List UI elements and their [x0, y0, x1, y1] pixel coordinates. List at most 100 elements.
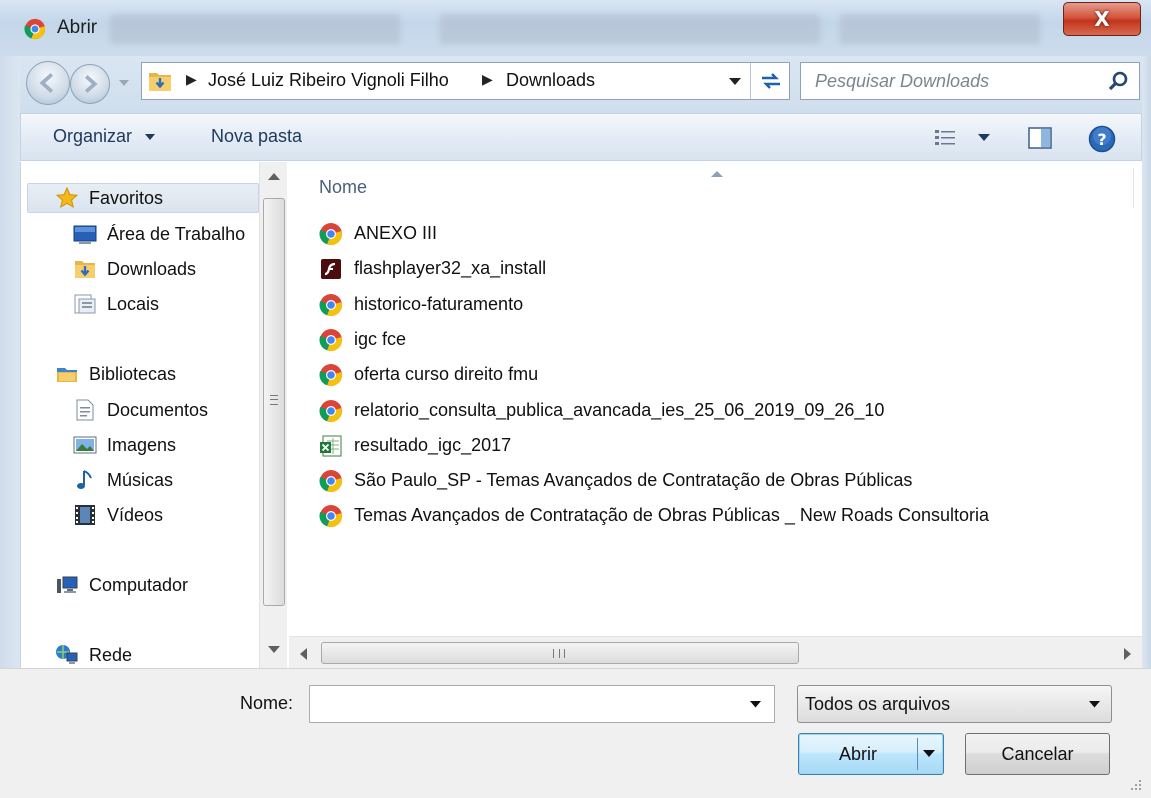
scrollbar-thumb[interactable]: [263, 198, 285, 606]
navigation-pane: Favoritos Área de Trabalho Downloads Loc…: [20, 162, 288, 668]
chevron-down-icon[interactable]: [145, 134, 155, 141]
nav-item-label: Downloads: [107, 259, 197, 279]
downloads-folder-icon: [75, 261, 95, 278]
background-blur: [110, 14, 400, 44]
window-title: Abrir: [57, 17, 98, 38]
breadcrumb-separator[interactable]: ▶: [482, 72, 493, 88]
file-row[interactable]: historico-faturamento: [319, 289, 1099, 321]
search-icon[interactable]: [1107, 71, 1129, 93]
file-row[interactable]: resultado_igc_2017: [319, 430, 1099, 462]
desktop-icon: [73, 225, 97, 244]
chrome-icon: [319, 328, 342, 351]
file-row[interactable]: igc fce: [319, 324, 1099, 356]
file-list: Nome ANEXO III flashplayer32_xa_installhi…: [289, 162, 1142, 668]
open-file-dialog: Abrir X ▶ José Luiz Ribeiro Vignoli Filh…: [0, 0, 1151, 798]
nav-item-label: Favoritos: [89, 188, 164, 208]
filetype-select[interactable]: Todos os arquivos: [797, 685, 1112, 723]
refresh-button[interactable]: [750, 63, 790, 99]
file-row[interactable]: oferta curso direito fmu: [319, 359, 1099, 391]
background-blur: [840, 14, 1040, 44]
scroll-left-arrow-icon[interactable]: [299, 648, 307, 660]
arrow-left-icon: [39, 72, 54, 94]
documents-icon: [76, 399, 94, 421]
chrome-icon: [319, 364, 342, 387]
scroll-down-arrow-icon[interactable]: [268, 646, 280, 654]
nav-item-label: Rede: [89, 645, 133, 665]
downloads-folder-icon: [149, 73, 171, 91]
music-icon: [77, 470, 92, 489]
file-name: relatorio_consulta_publica_avancada_ies_…: [354, 399, 885, 420]
open-button[interactable]: Abrir: [798, 733, 944, 775]
refresh-icon: [762, 73, 780, 89]
scrollbar-thumb[interactable]: [321, 642, 799, 664]
nav-item-label: Imagens: [107, 435, 177, 455]
flash-icon: [321, 259, 341, 280]
file-row[interactable]: relatorio_consulta_publica_avancada_ies_…: [319, 395, 1099, 427]
back-button[interactable]: [26, 61, 70, 105]
libraries-icon: [57, 368, 77, 382]
file-row[interactable]: flashplayer32_xa_install: [319, 253, 1099, 285]
filename-label: Nome:: [240, 693, 294, 713]
recent-locations-dropdown-icon[interactable]: [118, 78, 130, 88]
view-options-icon[interactable]: [933, 127, 959, 149]
nav-item-label: Área de Trabalho: [107, 224, 246, 244]
pictures-icon: [73, 436, 97, 454]
address-dropdown-button[interactable]: [720, 63, 750, 99]
star-icon: [55, 186, 79, 209]
search-input[interactable]: Pesquisar Downloads: [800, 62, 1140, 100]
file-row[interactable]: São Paulo_SP - Temas Avançados de Contra…: [319, 465, 1099, 497]
split-divider: [917, 738, 918, 770]
file-row[interactable]: ANEXO III: [319, 218, 1099, 250]
window-frame: [1142, 56, 1151, 668]
chevron-down-icon: [729, 78, 741, 85]
chrome-icon: [319, 293, 342, 316]
chrome-icon: [24, 18, 46, 40]
nav-item-label: Vídeos: [107, 505, 164, 525]
help-icon[interactable]: ?: [1088, 125, 1116, 153]
chevron-down-icon[interactable]: [978, 134, 990, 142]
nav-item-label: Documentos: [107, 400, 209, 420]
file-name: resultado_igc_2017: [354, 434, 512, 455]
breadcrumb-downloads[interactable]: Downloads: [506, 70, 595, 91]
cancel-button[interactable]: Cancelar: [965, 733, 1110, 775]
chrome-icon: [319, 399, 342, 422]
column-header-name[interactable]: Nome: [319, 177, 367, 198]
chevron-down-icon[interactable]: [750, 701, 761, 708]
file-name: historico-faturamento: [354, 293, 524, 314]
close-icon: X: [1094, 7, 1110, 31]
file-name: igc fce: [354, 328, 407, 349]
address-bar[interactable]: ▶ José Luiz Ribeiro Vignoli Filho ▶ Down…: [141, 62, 790, 100]
breadcrumb-separator[interactable]: ▶: [186, 72, 197, 88]
nav-item-label: Músicas: [107, 470, 174, 490]
command-bar: Organizar Nova pasta ?: [20, 113, 1142, 161]
column-divider[interactable]: [1133, 168, 1134, 208]
new-folder-button[interactable]: Nova pasta: [211, 126, 302, 147]
recent-places-icon: [74, 294, 96, 314]
filename-input[interactable]: [309, 685, 775, 723]
vertical-scrollbar[interactable]: [259, 162, 287, 668]
scroll-right-arrow-icon[interactable]: [1124, 648, 1132, 660]
horizontal-scrollbar[interactable]: [289, 636, 1142, 668]
chrome-icon: [319, 470, 342, 493]
file-name: Temas Avançados de Contratação de Obras …: [354, 505, 990, 526]
computer-icon: [57, 576, 78, 593]
file-row[interactable]: Temas Avançados de Contratação de Obras …: [319, 500, 1099, 532]
breadcrumb-user-folder[interactable]: José Luiz Ribeiro Vignoli Filho: [208, 70, 449, 91]
file-name: São Paulo_SP - Temas Avançados de Contra…: [354, 470, 913, 491]
file-name: flashplayer32_xa_install: [354, 258, 547, 279]
organize-button[interactable]: Organizar: [53, 126, 132, 147]
scrollbar-grip: [553, 649, 565, 658]
svg-text:?: ?: [1097, 130, 1106, 149]
scroll-up-arrow-icon[interactable]: [268, 172, 280, 180]
cancel-button-label: Cancelar: [1001, 744, 1074, 764]
preview-pane-icon[interactable]: [1027, 126, 1053, 150]
nav-item-label: Bibliotecas: [89, 364, 177, 384]
resize-grip-icon[interactable]: [1128, 777, 1142, 791]
sort-ascending-icon: [711, 171, 723, 177]
close-button[interactable]: X: [1063, 2, 1141, 36]
chrome-icon: [319, 505, 342, 528]
file-name: ANEXO III: [354, 223, 438, 243]
forward-button[interactable]: [70, 64, 110, 104]
chevron-down-icon[interactable]: [923, 750, 935, 758]
arrow-right-icon: [84, 74, 98, 94]
